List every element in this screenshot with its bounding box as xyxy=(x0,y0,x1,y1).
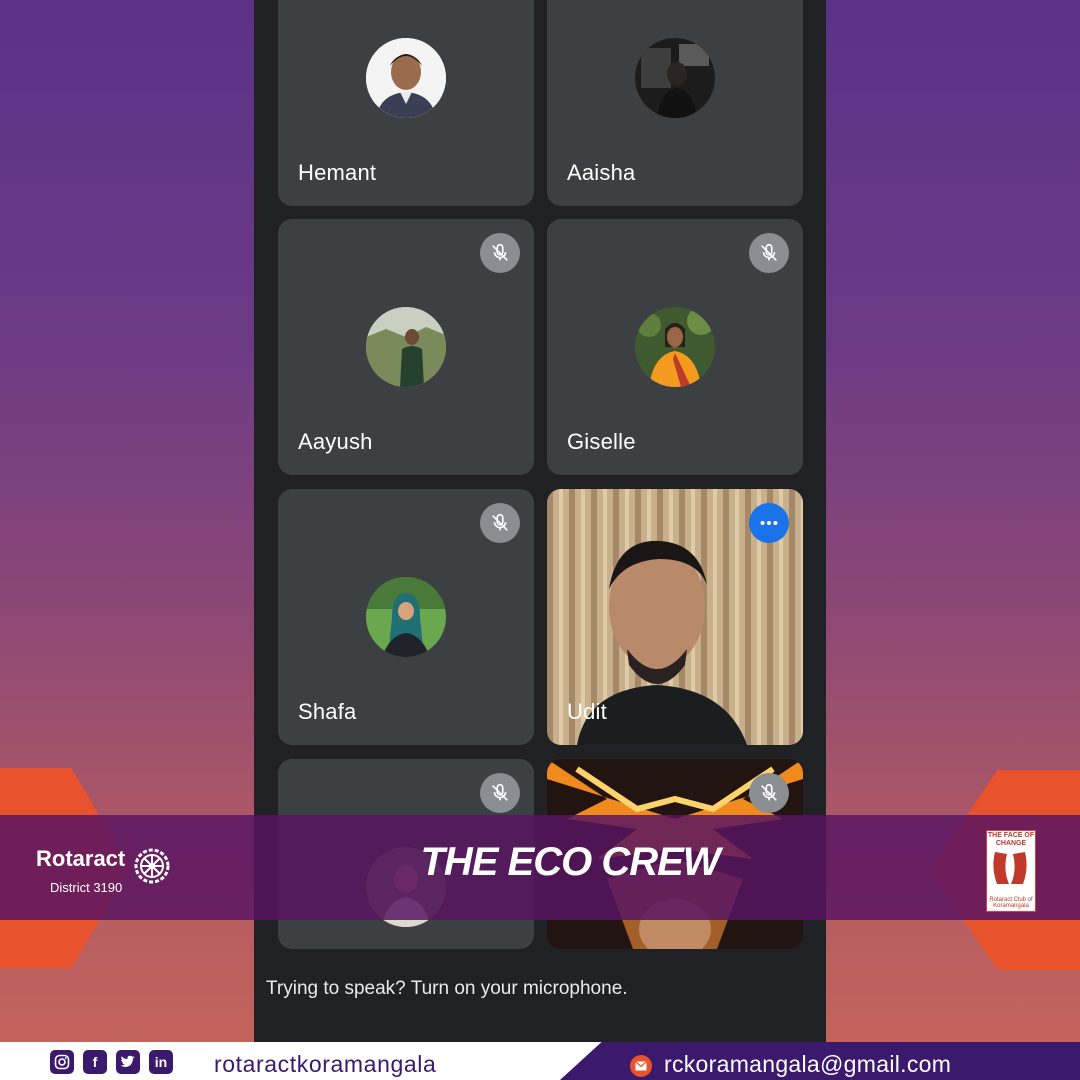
participant-name: Udit xyxy=(567,699,607,724)
mic-off-icon xyxy=(480,233,520,273)
avatar xyxy=(366,307,446,387)
participant-name: Aayush xyxy=(298,429,373,454)
rotaract-wordmark: Rotaract xyxy=(36,846,126,871)
participant-name: Hemant xyxy=(298,160,377,185)
participant-name: Giselle xyxy=(567,429,636,454)
participant-name: Shafa xyxy=(298,699,357,724)
mic-off-icon xyxy=(749,233,789,273)
participant-tile-hemant[interactable]: Hemant xyxy=(278,0,534,206)
district-label: District 3190 xyxy=(50,880,123,895)
rotary-wheel-icon xyxy=(134,848,170,884)
facebook-icon[interactable]: f xyxy=(83,1050,107,1074)
face-of-change-logo: THE FACE OF CHANGE Rotaract Club of Kora… xyxy=(986,830,1036,912)
mic-off-icon xyxy=(480,773,520,813)
participant-tile-udit[interactable]: Udit xyxy=(547,489,803,745)
logo-club-name: Rotaract Club of Koramangala xyxy=(989,897,1033,909)
participant-tile-aayush[interactable]: Aayush xyxy=(278,219,534,475)
instagram-icon[interactable] xyxy=(50,1050,74,1074)
mic-off-icon xyxy=(480,503,520,543)
linkedin-icon[interactable]: in xyxy=(149,1050,173,1074)
avatar xyxy=(635,307,715,387)
mail-icon xyxy=(630,1055,652,1077)
microphone-hint: Trying to speak? Turn on your microphone… xyxy=(266,978,628,999)
twitter-icon[interactable] xyxy=(116,1050,140,1074)
rotaract-logo: Rotaract District 3190 xyxy=(36,846,170,895)
more-options-button[interactable] xyxy=(749,503,789,543)
participant-tile-shafa[interactable]: Shafa xyxy=(278,489,534,745)
faces-emblem-icon xyxy=(993,852,1027,884)
contact-email[interactable]: rckoramangala@gmail.com xyxy=(664,1051,951,1078)
avatar xyxy=(366,577,446,657)
participant-tile-aaisha[interactable]: Aaisha xyxy=(547,0,803,206)
logo-tagline: THE FACE OF CHANGE xyxy=(987,832,1035,847)
participant-name: Aaisha xyxy=(567,160,636,185)
avatar xyxy=(366,38,446,118)
participant-tile-giselle[interactable]: Giselle xyxy=(547,219,803,475)
mic-off-icon xyxy=(749,773,789,813)
social-handle[interactable]: rotaractkoramangala xyxy=(214,1051,436,1078)
avatar xyxy=(635,38,715,118)
